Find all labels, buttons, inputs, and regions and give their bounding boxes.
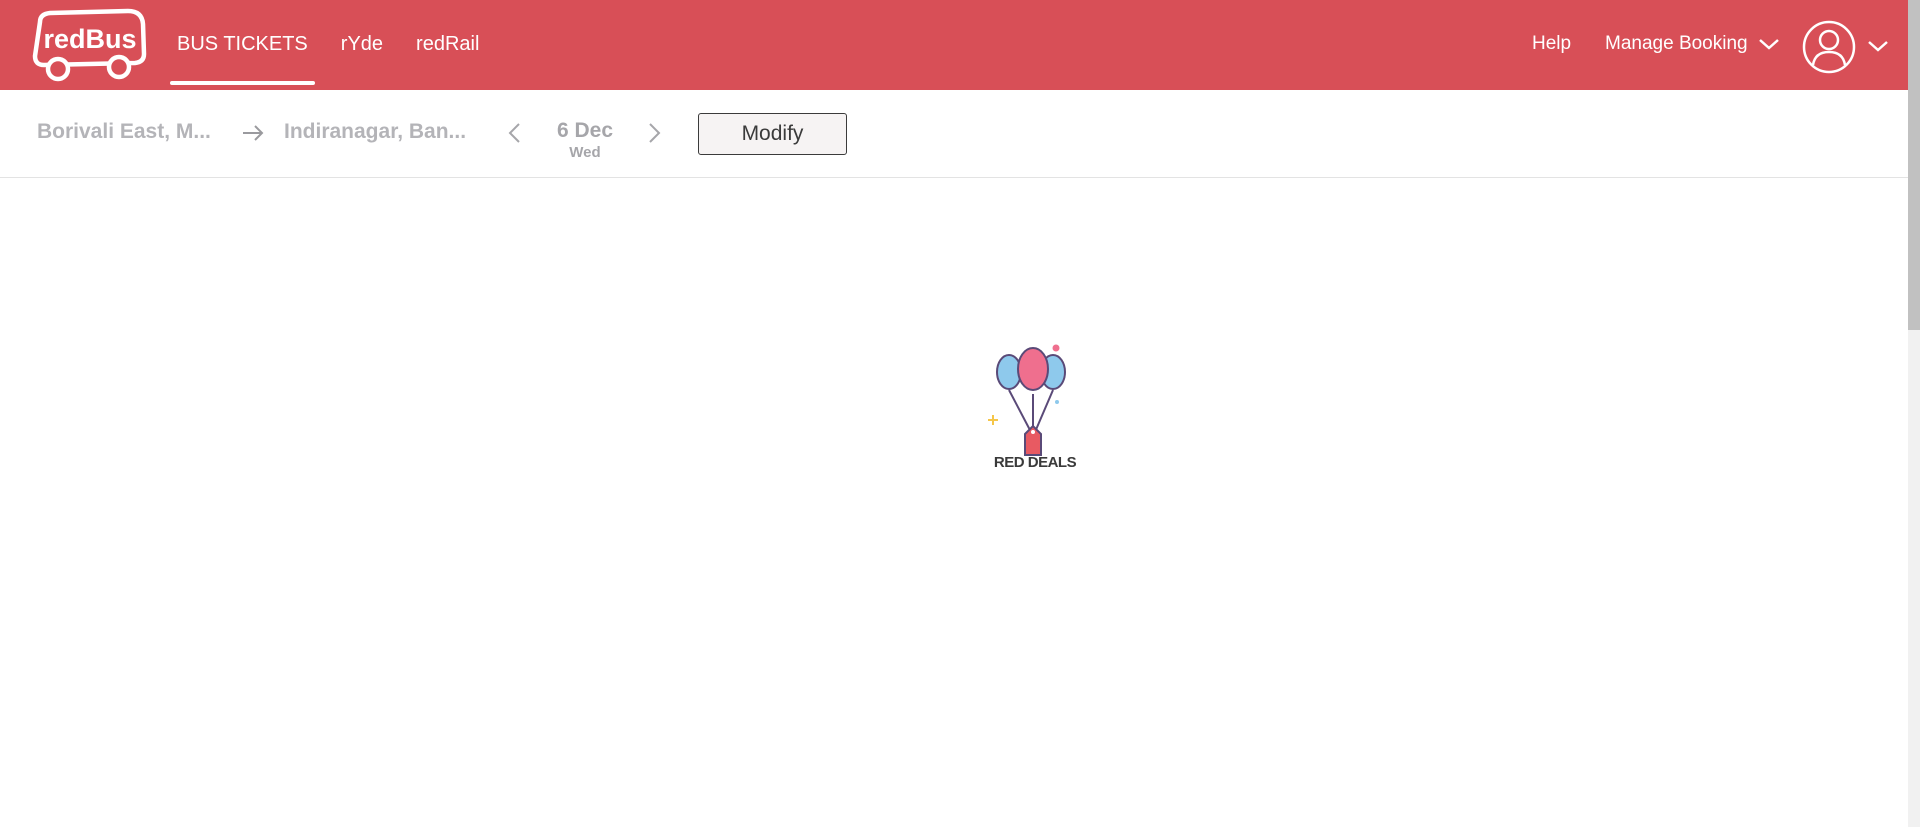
help-link[interactable]: Help bbox=[1532, 0, 1571, 88]
redbus-logo[interactable]: redBus bbox=[30, 8, 148, 84]
scrollbar-thumb[interactable] bbox=[1908, 0, 1920, 330]
nav-redrail[interactable]: redRail bbox=[409, 0, 486, 90]
user-icon bbox=[1802, 20, 1856, 74]
chevron-left-icon[interactable] bbox=[505, 122, 525, 144]
modify-button[interactable]: Modify bbox=[698, 113, 847, 155]
manage-booking-menu[interactable]: Manage Booking bbox=[1605, 0, 1780, 88]
source-city[interactable]: Borivali East, M... bbox=[37, 90, 211, 174]
chevron-right-icon[interactable] bbox=[644, 122, 664, 144]
chevron-down-icon bbox=[1868, 41, 1888, 52]
manage-booking-label: Manage Booking bbox=[1605, 33, 1748, 54]
destination-city[interactable]: Indiranagar, Ban... bbox=[284, 90, 466, 174]
main-nav: BUS TICKETS rYde redRail bbox=[170, 0, 505, 90]
chevron-down-icon bbox=[1758, 39, 1779, 50]
day-text: Wed bbox=[569, 144, 601, 161]
journey-date[interactable]: 6 Dec Wed bbox=[540, 119, 630, 162]
search-summary-bar: Borivali East, M... Indiranagar, Ban... … bbox=[0, 90, 1908, 178]
arrow-right-icon bbox=[243, 125, 264, 141]
top-navigation-bar: redBus BUS TICKETS rYde redRail Help Man… bbox=[0, 0, 1908, 90]
profile-menu[interactable] bbox=[1802, 19, 1888, 75]
date-text: 6 Dec bbox=[556, 119, 614, 142]
nav-bus-tickets[interactable]: BUS TICKETS bbox=[170, 0, 315, 90]
logo-text: redBus bbox=[43, 24, 136, 54]
nav-ryde[interactable]: rYde bbox=[334, 0, 390, 90]
red-deals-label: RED DEALS bbox=[993, 454, 1077, 471]
